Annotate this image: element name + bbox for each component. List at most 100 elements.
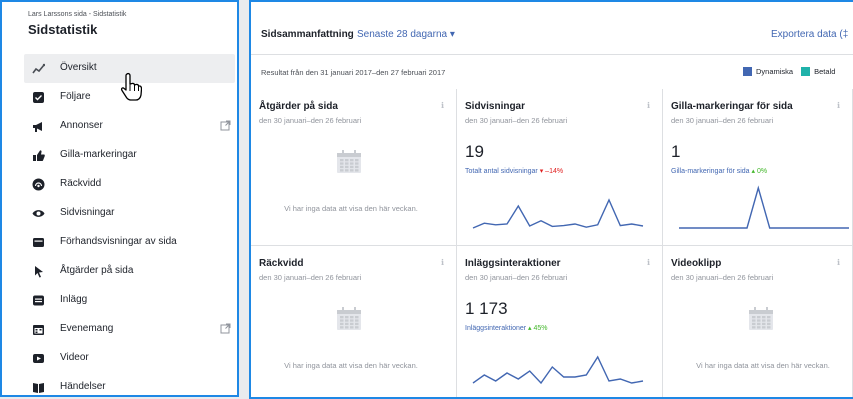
card-date: den 30 januari–den 26 februari bbox=[671, 273, 774, 282]
legend-swatch-organic bbox=[743, 67, 752, 76]
metric-value: 1 173 bbox=[465, 299, 508, 318]
sidebar-title: Sidstatistik bbox=[28, 22, 98, 37]
sidebar-item-label: Evenemang bbox=[60, 323, 114, 334]
calendar-placeholder-icon bbox=[337, 150, 361, 173]
posts-icon bbox=[33, 295, 44, 306]
info-icon[interactable]: ℹ bbox=[837, 258, 840, 267]
info-icon[interactable]: ℹ bbox=[647, 101, 650, 110]
card-date: den 30 januari–den 26 februari bbox=[465, 116, 568, 125]
summary-bar: Sidsammanfattning Senaste 28 dagarna ▾ E… bbox=[251, 2, 853, 55]
no-data-text: Vi har inga data att visa den här veckan… bbox=[284, 361, 418, 370]
card-title: Sidvisningar bbox=[465, 101, 526, 112]
no-data-text: Vi har inga data att visa den här veckan… bbox=[284, 204, 418, 213]
metric-change: ▾ –14% bbox=[539, 168, 564, 175]
sparkline-series bbox=[472, 355, 644, 385]
sidebar-nav: Översikt Följare Annonser Gilla-markeringar… bbox=[2, 54, 237, 395]
external-link-icon[interactable] bbox=[220, 323, 231, 334]
sidebar-item-label: Räckvidd bbox=[60, 178, 102, 189]
card-åtgärder-på-sida[interactable]: Åtgärder på sida den 30 januari–den 26 fe… bbox=[251, 89, 457, 246]
sidebar-item-megaphone[interactable]: Annonser bbox=[2, 112, 237, 141]
overview-icon bbox=[32, 63, 45, 74]
sidebar-item-cursor[interactable]: Åtgärder på sida bbox=[2, 257, 237, 286]
card-date: den 30 januari–den 26 februari bbox=[259, 273, 362, 282]
sidebar-item-label: Videor bbox=[60, 352, 89, 363]
sidebar-item-label: Sidvisningar bbox=[60, 207, 115, 218]
export-data-link[interactable]: Exportera data (‡ bbox=[771, 29, 848, 40]
sparkline-chart bbox=[472, 355, 644, 385]
calendar-placeholder-icon bbox=[749, 307, 773, 330]
metric-caption: Inläggsinteraktioner ▴ 45% bbox=[465, 324, 548, 332]
metric-label: Totalt antal sidvisningar bbox=[465, 168, 538, 175]
info-icon[interactable]: ℹ bbox=[441, 101, 444, 110]
sidebar-item-label: Översikt bbox=[60, 62, 97, 73]
sparkline-series bbox=[472, 198, 644, 229]
sidebar-item-label: Följare bbox=[60, 91, 91, 102]
sidebar-item-eye[interactable]: Sidvisningar bbox=[2, 199, 237, 228]
card-title: Räckvidd bbox=[259, 258, 304, 269]
card-date: den 30 januari–den 26 februari bbox=[671, 116, 774, 125]
metric-label: Inläggsinteraktioner bbox=[465, 325, 527, 332]
period-dropdown[interactable]: Senaste 28 dagarna ▾ bbox=[357, 29, 455, 40]
card-date: den 30 januari–den 26 februari bbox=[259, 116, 362, 125]
card-gilla-markeringar-för-sida[interactable]: Gilla-markeringar för sida den 30 januari… bbox=[663, 89, 853, 246]
summary-title: Sidsammanfattning bbox=[261, 29, 354, 40]
sidebar-item-label: Inlägg bbox=[60, 294, 88, 305]
sidebar-header: Lars Larssons sida - Sidstatistik Sidsta… bbox=[2, 2, 237, 54]
main-panel: Sidsammanfattning Senaste 28 dagarna ▾ E… bbox=[249, 0, 853, 399]
cursor-icon bbox=[35, 266, 43, 278]
calendar-icon bbox=[33, 325, 44, 335]
book-icon bbox=[33, 383, 44, 393]
legend-label-paid: Betald bbox=[814, 67, 836, 76]
metric-value: 1 bbox=[671, 142, 681, 161]
sidebar-item-label: Händelser bbox=[60, 381, 106, 392]
legend-label-organic: Dynamiska bbox=[756, 67, 794, 76]
reach-icon bbox=[32, 178, 45, 191]
no-data-text: Vi har inga data att visa den här veckan… bbox=[696, 361, 830, 370]
card-sidvisningar[interactable]: Sidvisningar den 30 januari–den 26 februa… bbox=[457, 89, 663, 246]
check-box-icon bbox=[33, 92, 44, 103]
sidebar-item-label: Gilla-markeringar bbox=[60, 149, 137, 160]
info-icon[interactable]: ℹ bbox=[441, 258, 444, 267]
sidebar-item-label: Annonser bbox=[60, 120, 103, 131]
card-icon bbox=[33, 238, 44, 247]
card-title: Gilla-markeringar för sida bbox=[671, 101, 793, 112]
results-bar: Resultat från den 31 januari 2017–den 27… bbox=[251, 55, 853, 91]
eye-icon bbox=[32, 210, 45, 217]
metric-change: ▴ 45% bbox=[528, 325, 548, 332]
card-räckvidd[interactable]: Räckvidd den 30 januari–den 26 februari ℹ V… bbox=[251, 246, 457, 397]
hand-cursor-icon bbox=[120, 72, 142, 101]
card-title: Åtgärder på sida bbox=[259, 101, 338, 112]
info-icon[interactable]: ℹ bbox=[647, 258, 650, 267]
megaphone-icon bbox=[33, 122, 42, 132]
metric-change: ▴ 0% bbox=[751, 168, 768, 175]
card-date: den 30 januari–den 26 februari bbox=[465, 273, 568, 282]
sidebar-item-reach[interactable]: Räckvidd bbox=[2, 170, 237, 199]
video-icon bbox=[33, 354, 44, 363]
sparkline-chart bbox=[472, 198, 644, 229]
card-title: Inläggsinteraktioner bbox=[465, 258, 561, 269]
sidebar-item-card[interactable]: Förhandsvisningar av sida bbox=[2, 228, 237, 257]
card-inläggsinteraktioner[interactable]: Inläggsinteraktioner den 30 januari–den 2… bbox=[457, 246, 663, 397]
legend: Dynamiska Betald bbox=[743, 67, 835, 76]
legend-swatch-paid bbox=[801, 67, 811, 76]
card-title: Videoklipp bbox=[671, 258, 722, 269]
sidebar-item-posts[interactable]: Inlägg bbox=[2, 286, 237, 315]
results-range: Resultat från den 31 januari 2017–den 27… bbox=[261, 68, 446, 77]
metric-caption: Gilla-markeringar för sida ▴ 0% bbox=[671, 167, 767, 175]
sidebar-item-book[interactable]: Händelser bbox=[2, 373, 237, 395]
page-name: Lars Larssons sida - Sidstatistik bbox=[28, 11, 127, 18]
sidebar-item-thumbs-up[interactable]: Gilla-markeringar bbox=[2, 141, 237, 170]
sidebar-item-video[interactable]: Videor bbox=[2, 344, 237, 373]
external-link-icon[interactable] bbox=[220, 120, 231, 131]
sidebar-item-label: Åtgärder på sida bbox=[60, 265, 134, 276]
metric-value: 19 bbox=[465, 142, 484, 161]
info-icon[interactable]: ℹ bbox=[837, 101, 840, 110]
sidebar-item-label: Förhandsvisningar av sida bbox=[60, 236, 177, 247]
thumbs-up-icon bbox=[33, 150, 45, 161]
sidebar: Lars Larssons sida - Sidstatistik Sidsta… bbox=[0, 0, 239, 397]
sparkline-series bbox=[679, 185, 849, 229]
sidebar-item-calendar[interactable]: Evenemang bbox=[2, 315, 237, 344]
sparkline-chart bbox=[679, 185, 849, 229]
metric-label: Gilla-markeringar för sida bbox=[671, 168, 750, 175]
card-videoklipp[interactable]: Videoklipp den 30 januari–den 26 februari… bbox=[663, 246, 853, 397]
